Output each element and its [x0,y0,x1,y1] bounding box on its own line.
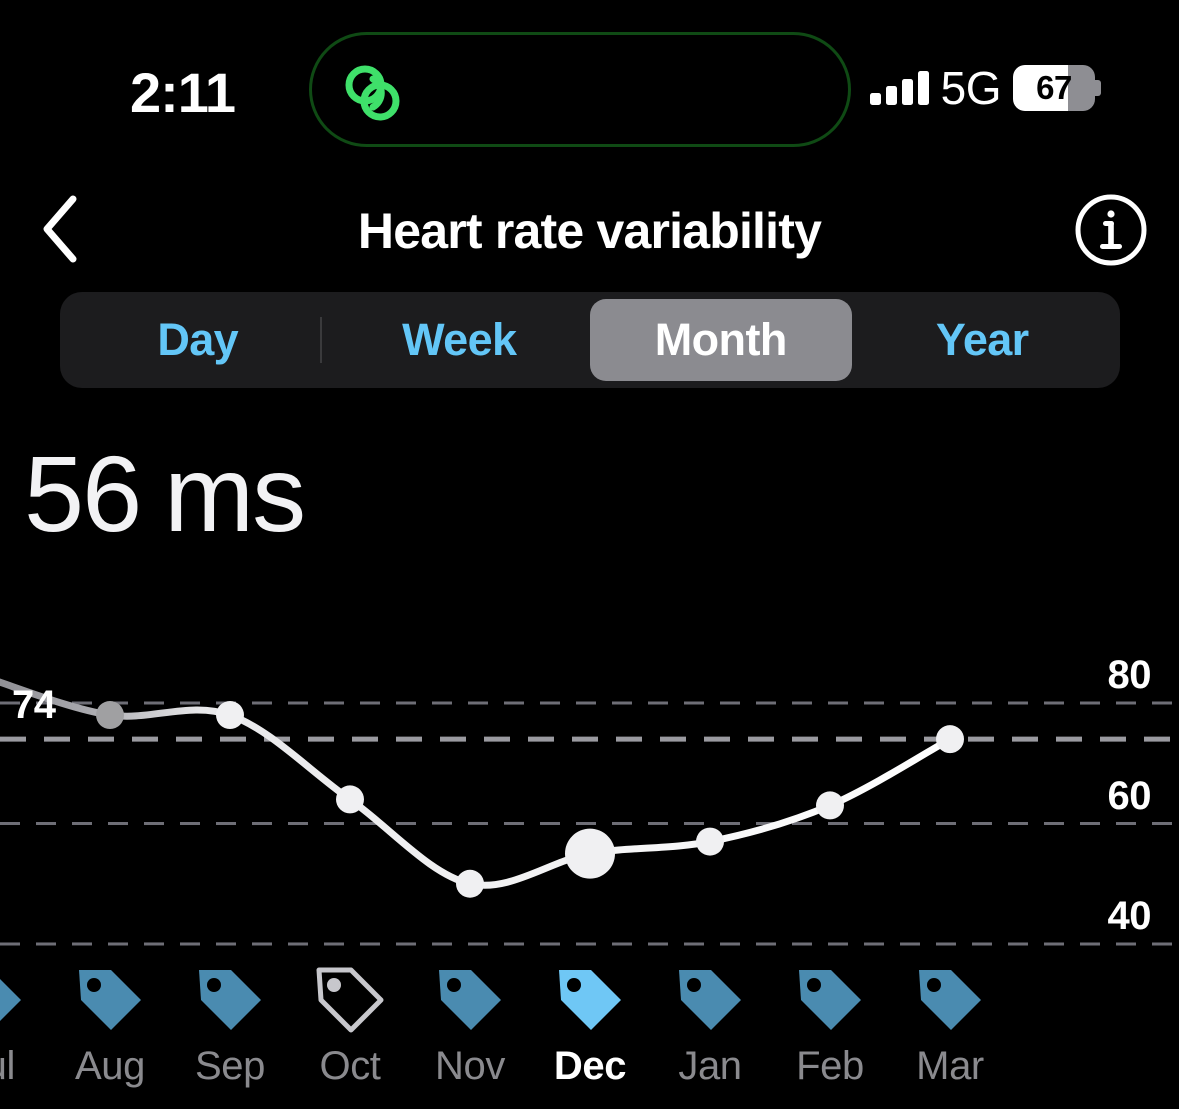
axis-label-60: 60 [1107,774,1152,818]
month-label: Feb [796,1044,864,1088]
battery-percent-label: 67 [1036,69,1072,106]
month-tag-jul[interactable]: Jul [0,962,50,1109]
tag-icon [679,970,741,1030]
month-label: Dec [553,1044,627,1088]
tag-icon [79,970,141,1030]
month-label: Nov [435,1044,505,1088]
tag-icon [799,970,861,1030]
month-tag-oct[interactable]: Oct [290,962,410,1109]
tag-icon [559,970,621,1030]
chart-canvas [0,678,1179,946]
cellular-signal-icon [869,71,929,105]
tag-icon [199,970,261,1030]
month-tag-dec[interactable]: Dec [530,962,650,1109]
tag-icon [919,970,981,1030]
month-tag-nov[interactable]: Nov [410,962,530,1109]
chart-point[interactable] [816,791,844,820]
chart-line [0,678,954,889]
page-title: Heart rate variability [357,202,822,259]
status-bar-clock: 2:11 [130,61,236,124]
month-tag-sep[interactable]: Sep [170,962,290,1109]
month-label: Oct [319,1044,381,1088]
dynamic-island[interactable] [309,32,851,147]
battery-icon: 67 [1013,65,1101,111]
month-tag-mar[interactable]: Mar [890,962,1010,1109]
month-tag-aug[interactable]: Aug [50,962,170,1109]
month-selector-strip[interactable]: Jul Aug Sep Oct Nov Dec Jan Feb Mar [0,962,1179,1109]
tag-icon [439,970,501,1030]
axis-label-80: 80 [1107,653,1152,697]
info-circle-icon [1073,192,1149,273]
axis-label-40: 40 [1107,894,1152,938]
month-tag-feb[interactable]: Feb [770,962,890,1109]
summary-value-number: 56 [24,433,142,554]
time-range-segmented-control[interactable]: Day Week Month Year [60,292,1120,388]
chart-point[interactable] [696,827,724,856]
hrv-line-chart[interactable]: 74 80 60 40 [0,600,1179,970]
chart-point-selected[interactable] [565,828,615,879]
tag-icon [0,979,21,1021]
axis-label-average: 74 [12,683,56,727]
month-label: Jan [678,1044,742,1088]
tab-month[interactable]: Month [590,299,852,381]
summary-value: 56 ms [24,433,306,554]
link-rings-icon [340,59,408,127]
info-button[interactable] [1071,192,1151,272]
navigation-bar: Heart rate variability [0,178,1179,283]
month-label: Sep [195,1044,265,1088]
chart-point[interactable] [216,701,244,730]
month-tag-jan[interactable]: Jan [650,962,770,1109]
summary-value-unit: ms [164,433,306,554]
segment-divider [320,317,322,363]
tab-year[interactable]: Year [852,299,1114,381]
status-bar-indicators: 5G 67 [869,56,1101,120]
tab-day[interactable]: Day [67,299,329,381]
month-label: Aug [75,1044,145,1088]
chart-point[interactable] [456,869,484,898]
chart-point[interactable] [96,701,124,730]
network-type-label: 5G [940,62,1002,114]
tag-icon [316,967,384,1033]
back-button[interactable] [18,188,104,274]
month-label: Mar [916,1044,984,1088]
chart-point[interactable] [936,725,964,754]
month-label: Jul [0,1044,15,1088]
chart-point[interactable] [336,785,364,814]
status-bar: 2:11 5G 67 [0,0,1179,180]
tab-week[interactable]: Week [329,299,591,381]
chevron-left-icon [37,191,85,272]
